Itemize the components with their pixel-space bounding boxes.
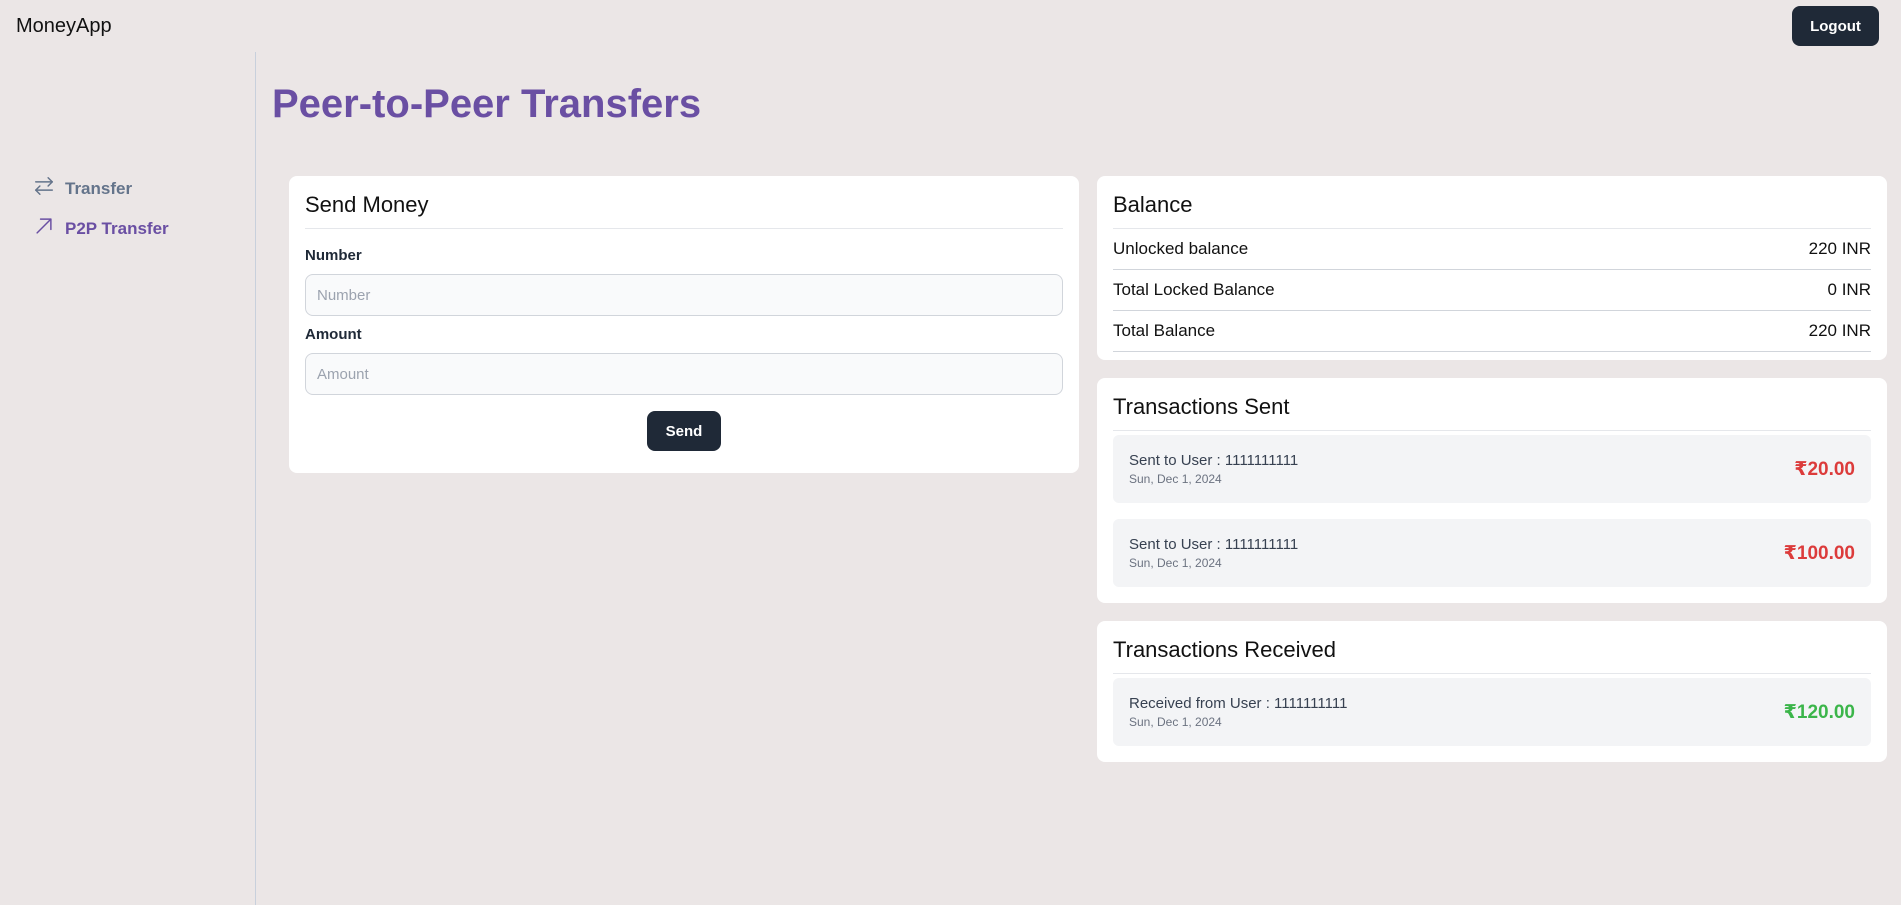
balance-value: 0 INR xyxy=(1827,280,1871,299)
balance-label: Total Locked Balance xyxy=(1113,280,1275,299)
number-input[interactable] xyxy=(305,274,1063,316)
transaction-date: Sun, Dec 1, 2024 xyxy=(1129,472,1222,486)
transaction-date: Sun, Dec 1, 2024 xyxy=(1129,556,1222,570)
transaction-description: Received from User : 1111111111 xyxy=(1129,695,1348,712)
transaction-description: Sent to User : 1111111111 xyxy=(1129,452,1299,469)
balance-label: Unlocked balance xyxy=(1113,239,1249,258)
sidebar-item-label: Transfer xyxy=(65,178,133,198)
send-money-card: Send Money Number Amount Send xyxy=(289,176,1079,473)
amount-input[interactable] xyxy=(305,353,1063,395)
balance-label: Total Balance xyxy=(1113,321,1216,340)
transaction-amount: ₹20.00 xyxy=(1794,458,1855,480)
transactions-received-title: Transactions Received xyxy=(1113,637,1871,674)
transactions-sent-title: Transactions Sent xyxy=(1113,394,1871,431)
balance-row-total: Total Balance 220 INR xyxy=(1113,311,1871,352)
transaction-amount: ₹100.00 xyxy=(1783,542,1855,564)
balance-title: Balance xyxy=(1113,192,1871,229)
sidebar: Transfer P2P Transfer xyxy=(0,52,256,905)
sidebar-item-transfer[interactable]: Transfer xyxy=(33,175,132,202)
list-item: Received from User : 1111111111 Sun, Dec… xyxy=(1113,678,1871,746)
sidebar-item-p2p-transfer[interactable]: P2P Transfer xyxy=(33,215,169,242)
app-title: MoneyApp xyxy=(16,14,112,37)
list-item: Sent to User : 1111111111 Sun, Dec 1, 20… xyxy=(1113,435,1871,503)
balance-value: 220 INR xyxy=(1808,239,1871,258)
send-money-title: Send Money xyxy=(305,192,1063,229)
logout-button[interactable]: Logout xyxy=(1792,6,1879,46)
balance-card: Balance Unlocked balance 220 INR Total L… xyxy=(1097,176,1887,360)
transaction-description: Sent to User : 1111111111 xyxy=(1129,536,1299,553)
page-title: Peer-to-Peer Transfers xyxy=(272,82,702,126)
send-button[interactable]: Send xyxy=(647,411,721,451)
transactions-sent-card: Transactions Sent Sent to User : 1111111… xyxy=(1097,378,1887,603)
number-label: Number xyxy=(305,247,362,264)
transaction-date: Sun, Dec 1, 2024 xyxy=(1129,715,1222,729)
balance-row-locked: Total Locked Balance 0 INR xyxy=(1113,270,1871,311)
arrow-up-right-icon xyxy=(33,215,55,242)
list-item: Sent to User : 1111111111 Sun, Dec 1, 20… xyxy=(1113,519,1871,587)
transaction-amount: ₹120.00 xyxy=(1783,701,1855,723)
amount-label: Amount xyxy=(305,326,362,343)
arrows-left-right-icon xyxy=(33,175,55,202)
transactions-received-card: Transactions Received Received from User… xyxy=(1097,621,1887,762)
top-bar: MoneyApp Logout xyxy=(0,0,1901,52)
balance-value: 220 INR xyxy=(1808,321,1871,340)
sidebar-item-label: P2P Transfer xyxy=(65,218,169,238)
balance-row-unlocked: Unlocked balance 220 INR xyxy=(1113,229,1871,270)
